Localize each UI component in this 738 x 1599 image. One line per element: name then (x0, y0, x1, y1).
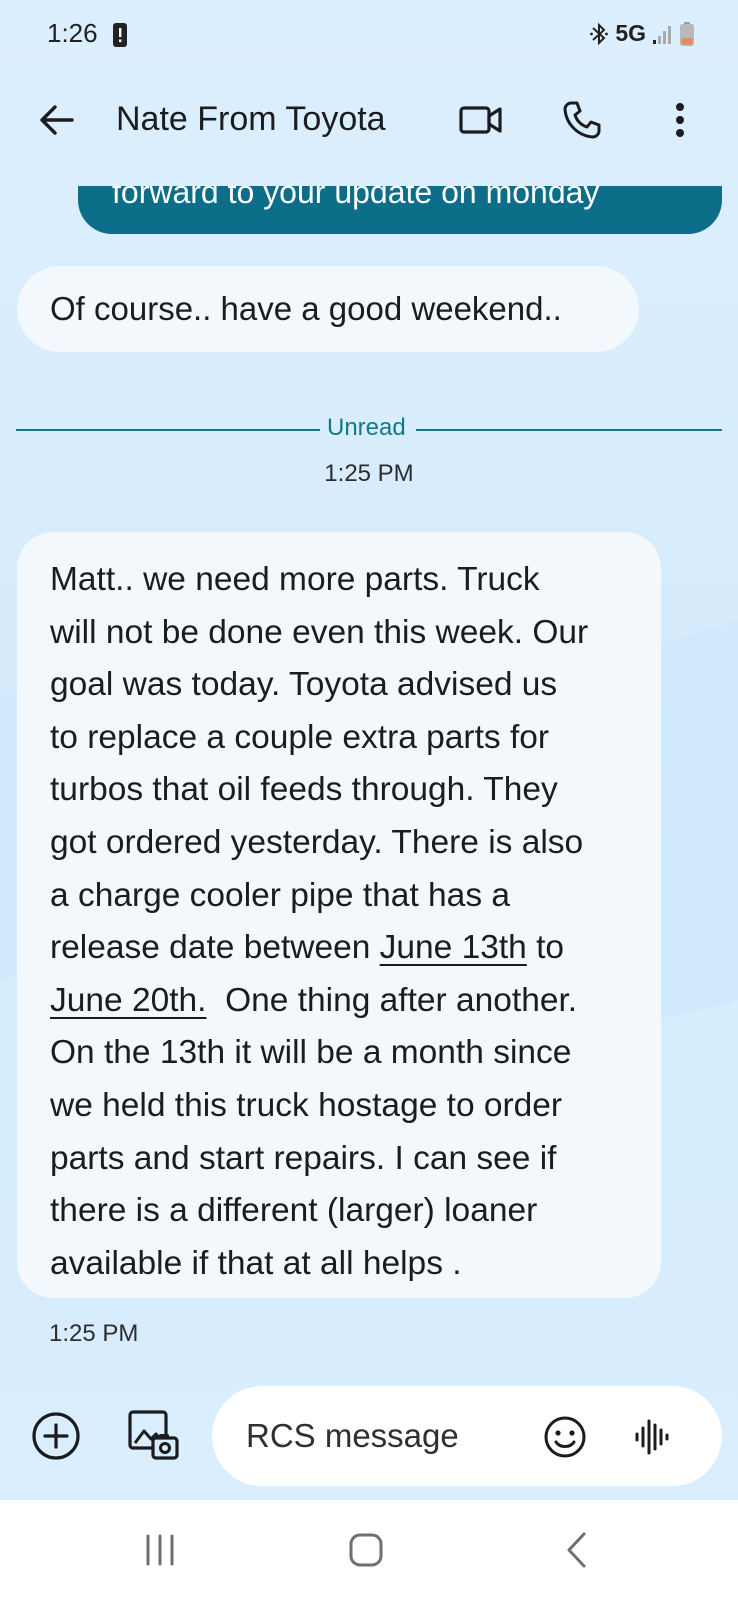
chevron-left-icon (567, 1532, 586, 1568)
message-line: Matt.. we need more parts. Truck (50, 561, 540, 598)
date-link[interactable]: June 13th (380, 929, 527, 966)
recent-apps-button[interactable] (138, 1528, 182, 1572)
received-message-bubble[interactable]: Matt.. we need more parts. Truck will no… (17, 532, 661, 1298)
date-link[interactable]: June 20th. (50, 982, 206, 1019)
conversation-header: Nate From Toyota (0, 80, 738, 160)
status-bar: 1:26 5G (0, 0, 738, 72)
home-button[interactable] (344, 1528, 388, 1572)
voice-icon (635, 1419, 669, 1455)
voice-call-button[interactable] (560, 98, 604, 142)
received-message-bubble[interactable]: Of course.. have a good weekend.. (17, 266, 639, 352)
signal-icon (653, 25, 671, 44)
emoji-button[interactable] (542, 1414, 588, 1460)
message-line: June 20th. One thing after another. (50, 975, 629, 1028)
message-list[interactable]: forward to your update on monday Of cour… (0, 186, 738, 1366)
divider-line (416, 429, 722, 431)
emoji-icon (544, 1416, 586, 1458)
message-text: release date between (50, 929, 380, 967)
message-line: a charge cooler pipe that has a (50, 876, 511, 914)
nav-back-button[interactable] (556, 1528, 596, 1572)
network-type: 5G (615, 20, 646, 46)
compose-field[interactable] (212, 1386, 722, 1486)
more-options-button[interactable] (662, 98, 698, 142)
message-timestamp: 1:25 PM (49, 1320, 139, 1347)
add-icon (32, 1412, 80, 1460)
message-line: we held this truck hostage to order (50, 1086, 563, 1124)
sent-message-bubble[interactable]: forward to your update on monday (78, 186, 722, 234)
voice-message-button[interactable] (630, 1414, 676, 1460)
unread-divider: Unread (16, 414, 722, 444)
message-line: got ordered yesterday. There is also (50, 823, 584, 861)
arrow-left-icon (40, 105, 74, 135)
bluetooth-icon (590, 22, 609, 45)
home-icon (349, 1533, 383, 1567)
video-call-icon (459, 106, 502, 134)
system-navigation-bar (0, 1500, 738, 1599)
video-call-button[interactable] (458, 98, 504, 142)
recent-apps-icon (146, 1534, 174, 1566)
add-attachment-button[interactable] (30, 1410, 82, 1462)
message-line: On the 13th it will be a month since (50, 1034, 572, 1072)
alert-notification-icon (113, 23, 127, 47)
phone-icon (563, 101, 601, 139)
message-line: available if that at all helps . (50, 1244, 462, 1282)
contact-name[interactable]: Nate From Toyota (116, 100, 386, 139)
gallery-button[interactable] (126, 1408, 182, 1464)
message-line: turbos that oil feeds through. They (50, 771, 558, 809)
divider-line (16, 429, 320, 431)
compose-bar (0, 1378, 738, 1488)
unread-label: Unread (327, 414, 406, 441)
message-line: release date between June 13th to (50, 922, 629, 975)
message-line: to replace a couple extra parts for (50, 718, 550, 756)
status-indicators: 5G (589, 20, 694, 47)
status-time: 1:26 (47, 18, 98, 48)
sent-message-text: forward to your update on monday (112, 186, 600, 210)
back-button[interactable] (36, 99, 78, 141)
more-vert-icon (676, 103, 684, 137)
message-line: there is a different (larger) loaner (50, 1192, 538, 1230)
battery-icon (680, 21, 694, 46)
message-text: to (526, 929, 565, 967)
message-text: One thing after another. (206, 981, 578, 1019)
message-group-timestamp: 1:25 PM (324, 460, 414, 487)
message-input[interactable] (246, 1414, 516, 1458)
message-line: goal was today. Toyota advised us (50, 666, 558, 704)
gallery-icon (128, 1410, 179, 1460)
message-line: parts and start repairs. I can see if (50, 1139, 557, 1177)
message-line: will not be done even this week. Our (50, 613, 589, 651)
